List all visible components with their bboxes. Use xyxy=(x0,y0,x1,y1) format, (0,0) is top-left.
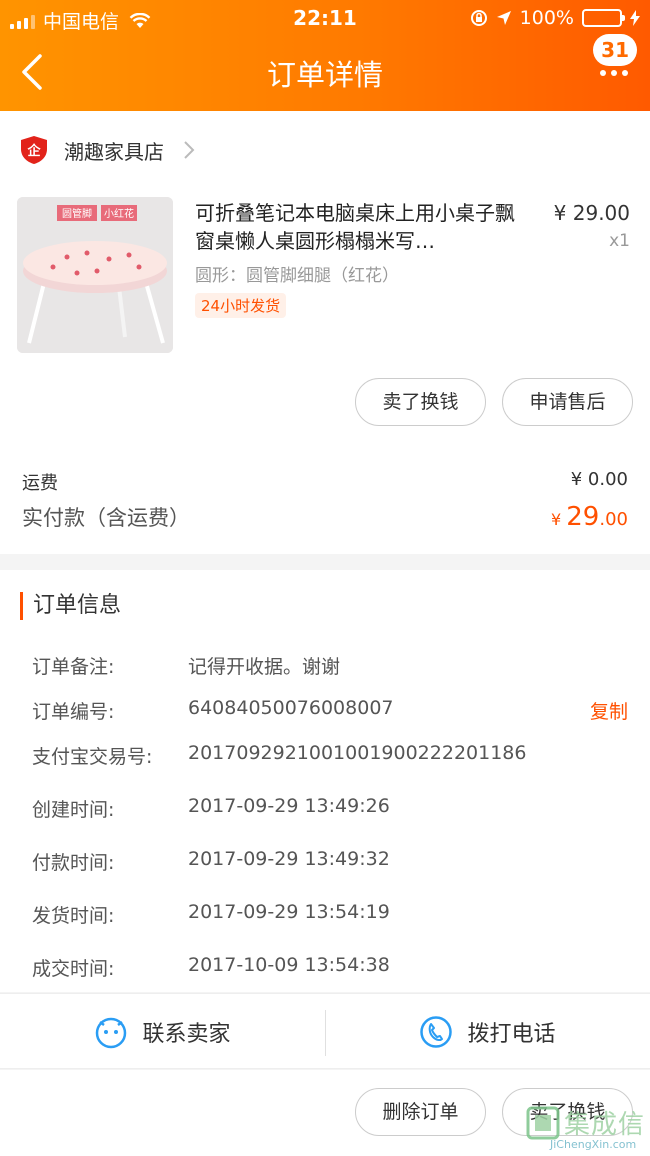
store-name: 潮趣家具店 xyxy=(64,139,164,164)
copy-button[interactable]: 复制 xyxy=(590,697,628,724)
product-title[interactable]: 可折叠笔记本电脑桌床上用小桌子飘窗桌懒人桌圆形榻榻米写… xyxy=(195,199,525,255)
contact-bar: 联系卖家 拨打电话 xyxy=(0,993,650,1069)
paid-amount-value: ¥ 29.00 xyxy=(551,502,628,532)
product-image[interactable]: 圆管脚 小红花 xyxy=(17,197,173,353)
deal-time-row: 成交时间: 2017-10-09 13:54:38 xyxy=(32,954,628,980)
shipping-fee-label: 运费 xyxy=(22,473,58,494)
info-value: 2017-09-29 13:49:32 xyxy=(188,848,390,870)
info-value: 2017092921001001900222201186 xyxy=(188,742,527,764)
status-right: 100% xyxy=(470,7,640,29)
product-quantity: x1 xyxy=(609,231,630,251)
info-value: 64084050076008007 xyxy=(188,697,394,719)
message-badge: 31 xyxy=(593,34,637,66)
sell-for-cash-button[interactable]: 卖了换钱 xyxy=(355,378,486,426)
rotation-lock-icon xyxy=(470,10,487,26)
app-header: 中国电信 22:11 100% 订单详情 31 xyxy=(0,0,650,111)
product-image-drawing: 圆管脚 小红花 xyxy=(17,197,173,353)
paid-decimal: .00 xyxy=(599,509,628,530)
info-value: 2017-10-09 13:54:38 xyxy=(188,954,390,976)
charging-icon xyxy=(630,10,640,26)
status-bar: 中国电信 22:11 100% xyxy=(0,0,650,36)
info-value: 2017-09-29 13:54:19 xyxy=(188,901,390,923)
order-note-row: 订单备注: 记得开收据。谢谢 xyxy=(32,652,628,678)
paid-time-row: 付款时间: 2017-09-29 13:49:32 xyxy=(32,848,628,874)
product-spec: 圆形：圆管脚细腿（红花） xyxy=(195,266,399,286)
info-value: 记得开收据。谢谢 xyxy=(188,656,341,678)
watermark-cn: 集成信 xyxy=(564,1110,646,1140)
watermark-en: JiChengXin.com xyxy=(550,1138,637,1151)
info-key: 订单编号: xyxy=(32,701,115,723)
chevron-right-icon xyxy=(184,141,195,159)
after-sale-button[interactable]: 申请售后 xyxy=(502,378,633,426)
chat-face-icon xyxy=(96,1017,127,1049)
created-time-row: 创建时间: 2017-09-29 13:49:26 xyxy=(32,795,628,821)
contact-seller-button[interactable]: 联系卖家 xyxy=(0,994,325,1070)
order-info-section: 订单信息 订单备注: 记得开收据。谢谢 订单编号: 64084050076008… xyxy=(0,570,650,992)
paid-integer: 29 xyxy=(566,502,600,532)
order-info-heading: 订单信息 xyxy=(20,592,121,620)
more-icon xyxy=(600,70,628,76)
svg-text:企: 企 xyxy=(26,143,41,159)
order-number-row: 订单编号: 64084050076008007 复制 xyxy=(32,697,628,723)
image-label-2: 小红花 xyxy=(104,207,134,220)
order-item-card: 企 潮趣家具店 圆管脚 小红花 可折叠笔记本电脑桌床上用小桌子飘窗桌懒人桌圆形榻… xyxy=(0,111,650,554)
phone-icon xyxy=(420,1016,453,1048)
info-value: 2017-09-29 13:49:26 xyxy=(188,795,390,817)
image-label-1: 圆管脚 xyxy=(62,207,92,220)
call-phone-label: 拨打电话 xyxy=(467,1022,556,1047)
page-title: 订单详情 xyxy=(266,58,383,92)
watermark-logo-icon xyxy=(526,1106,560,1140)
info-key: 订单备注: xyxy=(32,656,115,678)
contact-seller-label: 联系卖家 xyxy=(142,1022,231,1047)
product-price: ¥ 29.00 xyxy=(553,201,630,225)
call-phone-button[interactable]: 拨打电话 xyxy=(325,994,650,1070)
info-key: 发货时间: xyxy=(32,905,115,927)
info-key: 支付宝交易号: xyxy=(32,746,153,768)
shipping-fee-value: ¥ 0.00 xyxy=(570,469,628,490)
delete-order-button[interactable]: 删除订单 xyxy=(355,1088,486,1136)
store-link[interactable]: 企 潮趣家具店 xyxy=(20,133,196,167)
shipping-fee-row: 运费 ¥ 0.00 xyxy=(22,469,628,495)
paid-amount-row: 实付款（含运费） ¥ 29.00 xyxy=(22,502,628,538)
battery-percent: 100% xyxy=(519,7,574,29)
watermark: 集成信 JiChengXin.com xyxy=(526,1104,646,1151)
location-icon xyxy=(496,11,511,25)
info-key: 付款时间: xyxy=(32,852,115,874)
battery-icon xyxy=(582,9,625,27)
paid-currency: ¥ xyxy=(551,510,567,529)
info-key: 成交时间: xyxy=(32,958,115,980)
enterprise-shop-icon: 企 xyxy=(21,136,47,164)
info-key: 创建时间: xyxy=(32,799,115,821)
shipped-time-row: 发货时间: 2017-09-29 13:54:19 xyxy=(32,901,628,927)
shipping-tag: 24小时发货 xyxy=(195,293,287,318)
alipay-trade-row: 支付宝交易号: 2017092921001001900222201186 xyxy=(32,742,628,768)
paid-amount-label: 实付款（含运费） xyxy=(22,506,190,530)
